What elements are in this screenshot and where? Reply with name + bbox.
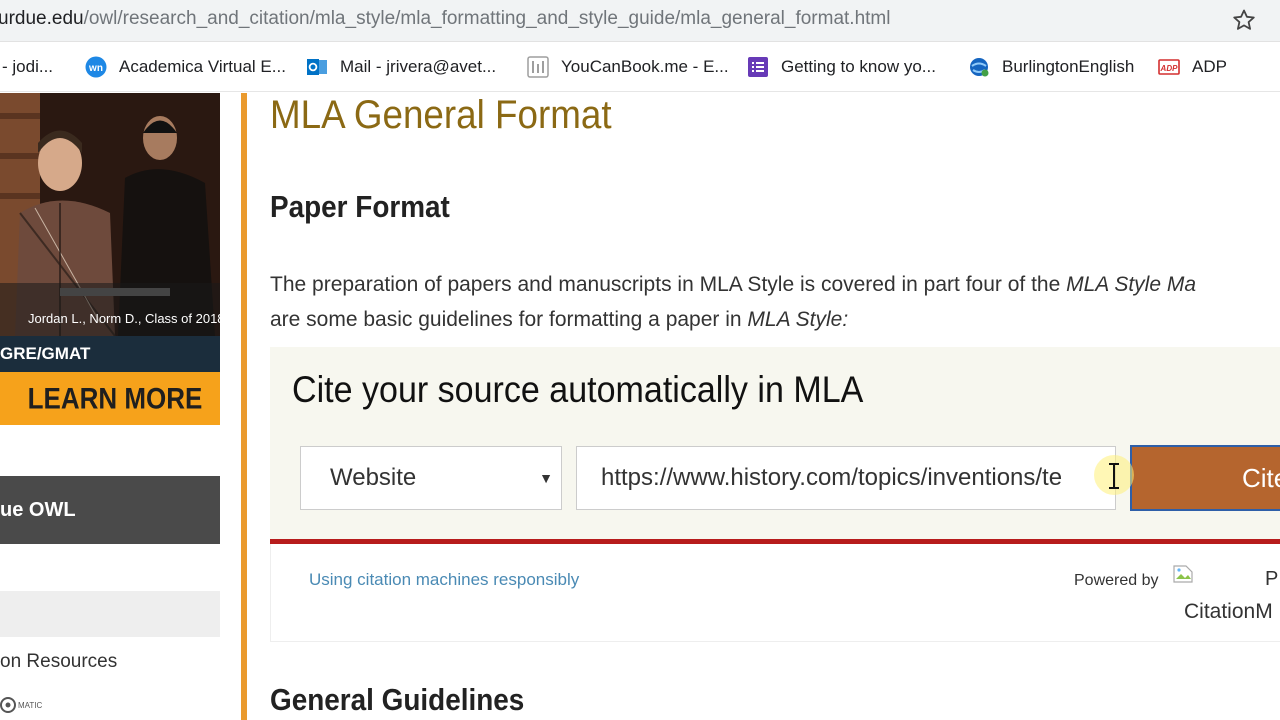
- para-text: are some basic guidelines for formatting…: [270, 308, 748, 331]
- bookmark-youcanbook[interactable]: YouCanBook.me - E...: [527, 54, 729, 80]
- bookmark-label: BurlingtonEnglish: [1002, 57, 1135, 76]
- bookmark-academica[interactable]: wn Academica Virtual E...: [85, 54, 286, 80]
- bookmarks-bar: - jodi... wn Academica Virtual E... Mail…: [0, 42, 1280, 92]
- bookmark-mail[interactable]: Mail - jrivera@avet...: [306, 54, 496, 80]
- main-content: MLA General Format Paper Format The prep…: [247, 93, 1280, 720]
- citation-machine-label[interactable]: CitationM: [1184, 600, 1273, 624]
- section-heading-general-guidelines: General Guidelines: [270, 682, 525, 717]
- powered-by-label: Powered by: [1074, 572, 1159, 589]
- ad-caption: Jordan L., Norm D., Class of 2018: [28, 311, 220, 326]
- ad-band[interactable]: GRE/GMAT: [0, 336, 220, 372]
- left-sidebar: Jordan L., Norm D., Class of 2018 GRE/GM…: [0, 93, 240, 720]
- bookmark-label: Getting to know yo...: [781, 57, 936, 76]
- bookmark-label: Academica Virtual E...: [119, 57, 286, 76]
- intro-paragraph: The preparation of papers and manuscript…: [270, 267, 1280, 337]
- google-forms-icon: [748, 57, 768, 77]
- url-path: /owl/research_and_citation/mla_style/mla…: [83, 8, 891, 29]
- source-type-select[interactable]: Website ▼: [300, 446, 562, 510]
- svg-text:wn: wn: [88, 63, 103, 74]
- para-line-2: are some basic guidelines for formatting…: [270, 302, 1280, 337]
- bookmark-label: Mail - jrivera@avet...: [340, 57, 497, 76]
- sidebar-gray-item[interactable]: [0, 591, 220, 637]
- cite-button[interactable]: Cite: [1130, 445, 1280, 511]
- citation-resources-link[interactable]: on Resources: [0, 651, 117, 673]
- para-italic: MLA Style Ma: [1066, 273, 1197, 296]
- powered-by-brand-partial: P: [1265, 568, 1279, 590]
- bookmark-label: - jodi...: [2, 57, 54, 76]
- para-text: The preparation of papers and manuscript…: [270, 273, 1067, 296]
- section-heading-paper-format: Paper Format: [270, 189, 450, 224]
- academica-wn-icon: wn: [85, 56, 107, 78]
- burlington-globe-icon: [970, 58, 989, 77]
- learn-more-button[interactable]: LEARN MORE: [0, 372, 220, 425]
- source-url-input[interactable]: https://www.history.com/topics/invention…: [576, 446, 1116, 510]
- page-title: MLA General Format: [270, 93, 612, 137]
- ad-people-image: [0, 93, 220, 336]
- learn-more-label: LEARN MORE: [27, 380, 203, 416]
- address-bar[interactable]: urdue.edu/owl/research_and_citation/mla_…: [0, 0, 1280, 42]
- bookmark-adp[interactable]: ADP ADP: [1158, 54, 1227, 80]
- ad-photo[interactable]: Jordan L., Norm D., Class of 2018: [0, 93, 220, 336]
- para-line-1: The preparation of papers and manuscript…: [270, 267, 1280, 302]
- adp-icon: ADP: [1158, 59, 1180, 75]
- bookmark-label: ADP: [1192, 57, 1227, 76]
- text-cursor-icon: [1109, 463, 1119, 489]
- bookmark-forms[interactable]: Getting to know yo...: [747, 54, 936, 80]
- citation-machine-logo-icon: MATIC: [0, 697, 43, 713]
- tiny-logo-text: MATIC: [18, 701, 43, 710]
- outlook-mail-icon: [307, 59, 327, 75]
- citation-widget-heading: Cite your source automatically in MLA: [292, 369, 864, 410]
- citation-widget-footer: Using citation machines responsibly Powe…: [270, 544, 1280, 642]
- bookmark-burlington[interactable]: BurlingtonEnglish: [968, 54, 1134, 80]
- dropdown-arrow-icon: ▼: [539, 470, 553, 486]
- source-type-value: Website: [330, 464, 417, 491]
- responsible-citation-link[interactable]: Using citation machines responsibly: [309, 570, 579, 590]
- bookmark-star-icon[interactable]: [1232, 8, 1256, 32]
- purdue-owl-nav[interactable]: ue OWL: [0, 476, 220, 544]
- bookmark-jodi[interactable]: - jodi...: [2, 54, 53, 80]
- youcanbookme-icon: [527, 56, 549, 78]
- citation-widget: Cite your source automatically in MLA We…: [270, 347, 1280, 543]
- para-italic: MLA Style:: [747, 308, 849, 331]
- url-host: urdue.edu: [0, 8, 84, 29]
- svg-text:ADP: ADP: [1160, 64, 1179, 73]
- broken-image-icon: [1173, 565, 1193, 583]
- bookmark-label: YouCanBook.me - E...: [561, 57, 729, 76]
- url-text[interactable]: urdue.edu/owl/research_and_citation/mla_…: [0, 8, 890, 30]
